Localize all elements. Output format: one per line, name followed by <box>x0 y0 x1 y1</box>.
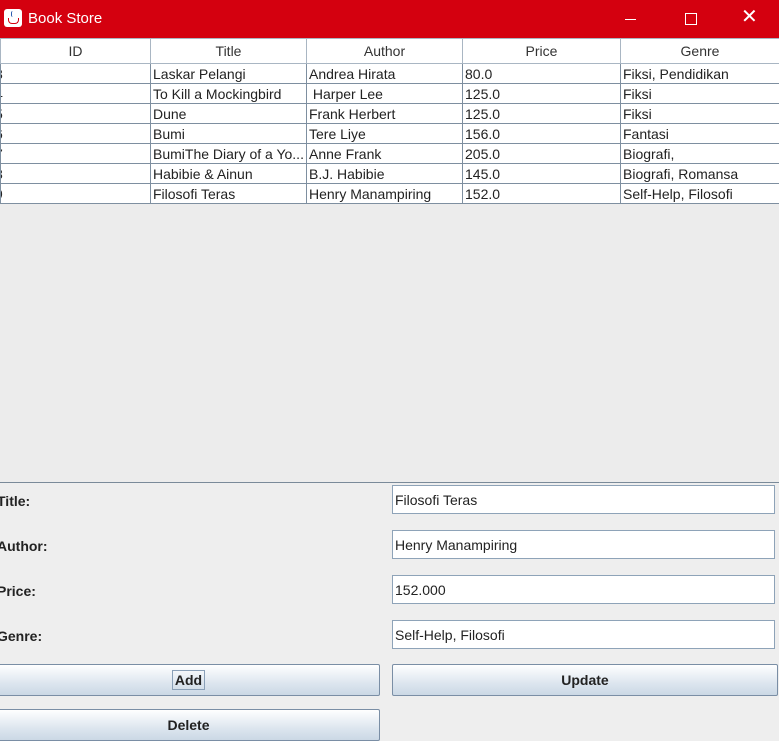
cell-title[interactable]: Dune <box>150 103 307 124</box>
cell-author[interactable]: Tere Liye <box>306 123 463 144</box>
java-app-icon <box>4 9 22 27</box>
add-button-label: Add <box>171 670 206 690</box>
books-table-scrollpane[interactable]: ID Title Author Price Genre 3 Laskar Pel… <box>0 38 779 483</box>
table-row[interactable]: 6 Bumi Tere Liye 156.0 Fantasi <box>0 123 779 144</box>
table-row[interactable]: 4 To Kill a Mockingbird Harper Lee 125.0… <box>0 83 779 104</box>
cell-genre[interactable]: Fiksi, Pendidikan <box>620 63 779 84</box>
title-field[interactable] <box>392 485 775 514</box>
cell-id[interactable]: 7 <box>0 143 151 164</box>
cell-genre[interactable]: Fiksi <box>620 83 779 104</box>
genre-label: Genre: <box>0 628 43 644</box>
table-row[interactable]: 7 BumiThe Diary of a Yo... Anne Frank 20… <box>0 143 779 164</box>
cell-genre[interactable]: Self-Help, Filosofi <box>620 183 779 204</box>
maximize-icon <box>685 13 697 25</box>
close-button[interactable]: ✕ <box>719 0 779 38</box>
column-header-price[interactable]: Price <box>462 38 621 64</box>
author-label: Author: <box>0 538 48 554</box>
title-label: Title: <box>0 493 31 509</box>
table-row[interactable]: 8 Habibie & Ainun B.J. Habibie 145.0 Bio… <box>0 163 779 184</box>
minimize-button[interactable] <box>600 0 660 38</box>
cell-price[interactable]: 80.0 <box>462 63 621 84</box>
delete-button-label: Delete <box>167 717 210 733</box>
column-header-genre[interactable]: Genre <box>620 38 779 64</box>
cell-genre[interactable]: Biografi, <box>620 143 779 164</box>
window-title: Book Store <box>28 10 103 27</box>
cell-price[interactable]: 145.0 <box>462 163 621 184</box>
update-button-label: Update <box>561 672 609 688</box>
table-row[interactable]: 5 Dune Frank Herbert 125.0 Fiksi <box>0 103 779 124</box>
table-row[interactable]: 3 Laskar Pelangi Andrea Hirata 80.0 Fiks… <box>0 63 779 84</box>
cell-author[interactable]: Frank Herbert <box>306 103 463 124</box>
table-header: ID Title Author Price Genre <box>0 38 779 64</box>
maximize-button[interactable] <box>660 0 720 38</box>
cell-genre[interactable]: Fiksi <box>620 103 779 124</box>
column-header-author[interactable]: Author <box>306 38 463 64</box>
cell-title[interactable]: Laskar Pelangi <box>150 63 307 84</box>
add-button[interactable]: Add <box>0 664 380 696</box>
cell-id[interactable]: 9 <box>0 183 151 204</box>
update-button[interactable]: Update <box>392 664 778 696</box>
price-field[interactable] <box>392 575 775 604</box>
cell-author[interactable]: Harper Lee <box>306 83 463 104</box>
table-row[interactable]: 9 Filosofi Teras Henry Manampiring 152.0… <box>0 183 779 204</box>
column-header-title[interactable]: Title <box>150 38 307 64</box>
cell-title[interactable]: BumiThe Diary of a Yo... <box>150 143 307 164</box>
cell-author[interactable]: Henry Manampiring <box>306 183 463 204</box>
cell-id[interactable]: 8 <box>0 163 151 184</box>
books-table[interactable]: ID Title Author Price Genre 3 Laskar Pel… <box>0 38 779 204</box>
column-header-id[interactable]: ID <box>0 38 151 64</box>
cell-title[interactable]: To Kill a Mockingbird <box>150 83 307 104</box>
delete-button[interactable]: Delete <box>0 709 380 741</box>
cell-id[interactable]: 3 <box>0 63 151 84</box>
price-label: Price: <box>0 583 36 599</box>
cell-title[interactable]: Filosofi Teras <box>150 183 307 204</box>
cell-genre[interactable]: Biografi, Romansa <box>620 163 779 184</box>
cell-title[interactable]: Habibie & Ainun <box>150 163 307 184</box>
cell-genre[interactable]: Fantasi <box>620 123 779 144</box>
cell-author[interactable]: B.J. Habibie <box>306 163 463 184</box>
genre-field[interactable] <box>392 620 775 649</box>
cell-author[interactable]: Anne Frank <box>306 143 463 164</box>
cell-price[interactable]: 156.0 <box>462 123 621 144</box>
close-icon: ✕ <box>741 6 758 28</box>
cell-id[interactable]: 4 <box>0 83 151 104</box>
cell-id[interactable]: 5 <box>0 103 151 124</box>
cell-price[interactable]: 125.0 <box>462 103 621 124</box>
minimize-icon <box>625 19 636 20</box>
cell-title[interactable]: Bumi <box>150 123 307 144</box>
cell-price[interactable]: 205.0 <box>462 143 621 164</box>
title-bar: Book Store ✕ <box>0 0 779 38</box>
cell-author[interactable]: Andrea Hirata <box>306 63 463 84</box>
cell-id[interactable]: 6 <box>0 123 151 144</box>
cell-price[interactable]: 152.0 <box>462 183 621 204</box>
author-field[interactable] <box>392 530 775 559</box>
cell-price[interactable]: 125.0 <box>462 83 621 104</box>
